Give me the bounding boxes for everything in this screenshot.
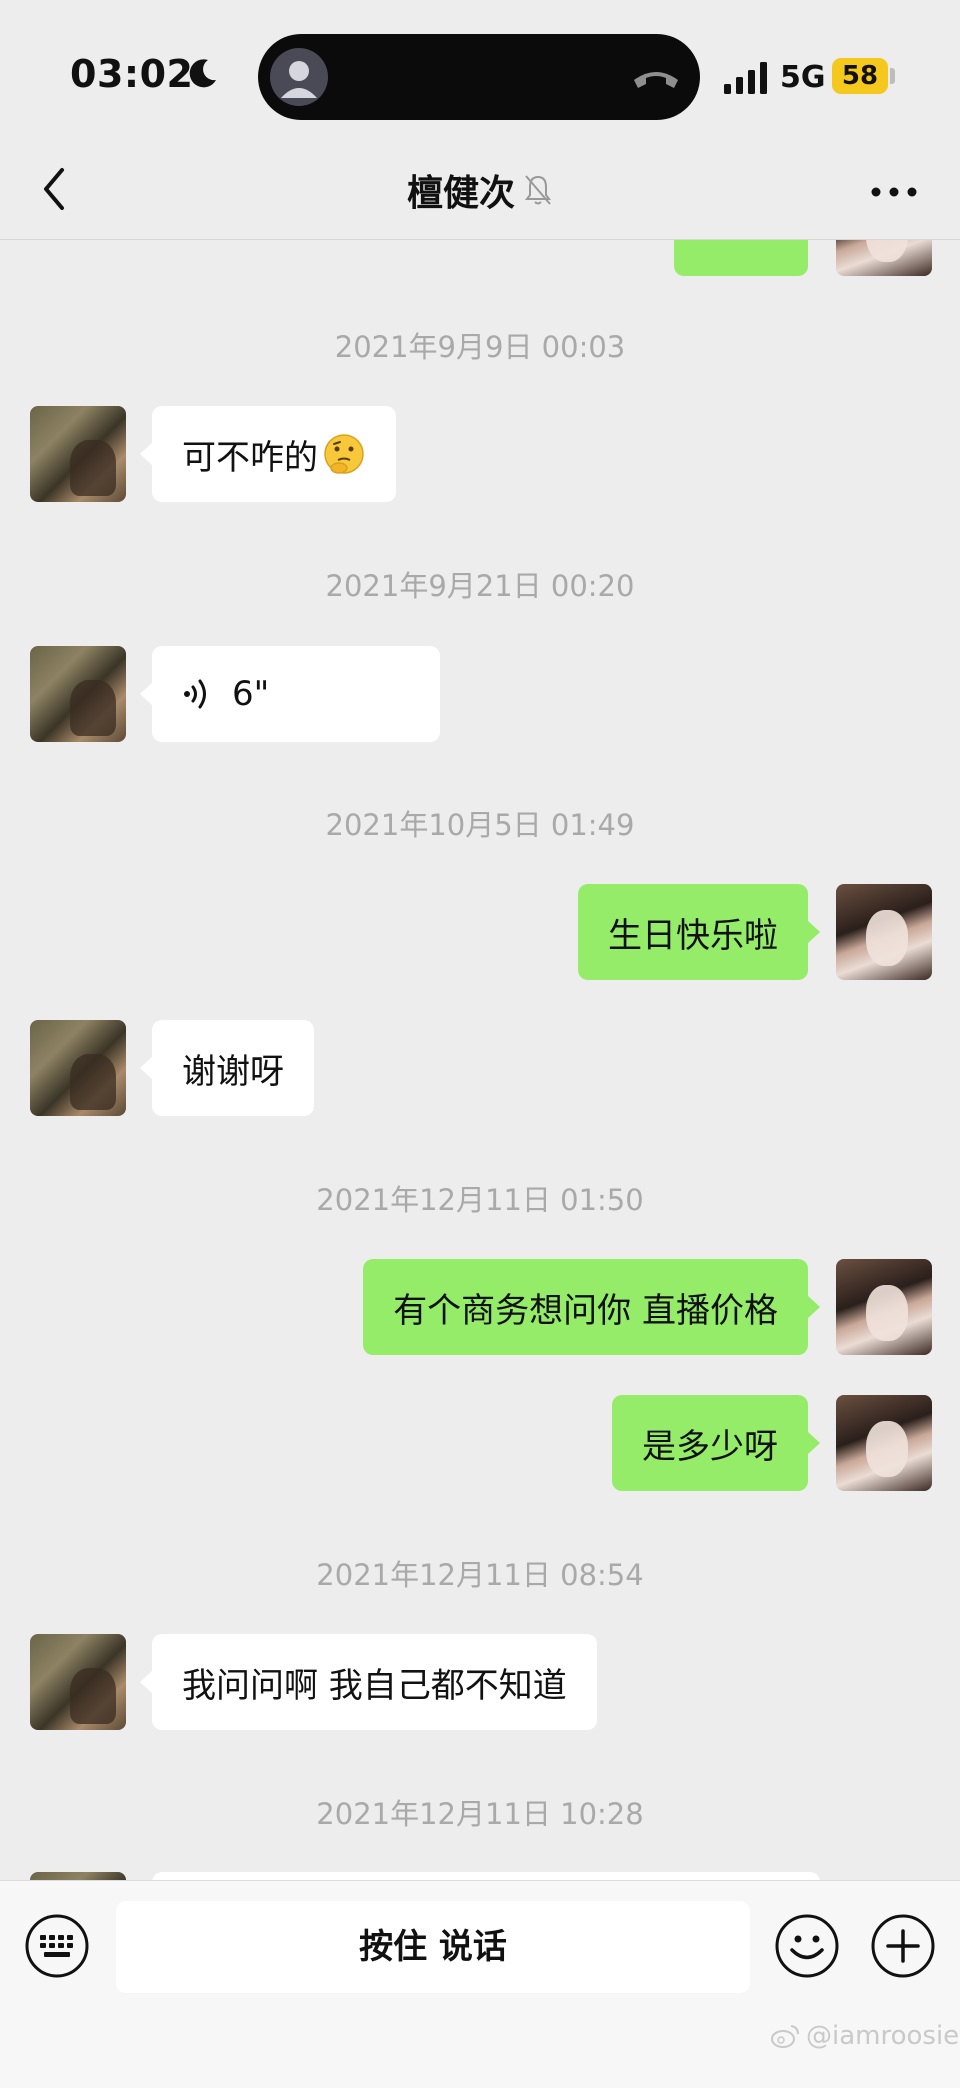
message-text: 我问问啊 我自己都不知道 xyxy=(182,1665,567,1706)
network-type: 5G xyxy=(780,60,826,95)
contact-avatar[interactable] xyxy=(30,406,126,502)
contact-avatar[interactable] xyxy=(30,646,126,742)
outgoing-message[interactable]: 是多少呀 xyxy=(612,1395,820,1491)
message-text: 可不咋的 xyxy=(182,437,318,478)
my-avatar[interactable] xyxy=(836,1395,932,1491)
plus-icon[interactable] xyxy=(870,1913,936,1979)
voice-duration: 6" xyxy=(232,674,270,714)
contact-avatar[interactable] xyxy=(30,1872,126,1880)
hold-to-talk-button[interactable]: 按住 说话 xyxy=(116,1901,750,1993)
timestamp: 2021年12月11日 01:50 xyxy=(316,1183,644,1217)
status-bar: 03:02 5G 58 xyxy=(0,0,960,150)
battery-level: 58 xyxy=(832,58,888,94)
chat-title: 檀健次 xyxy=(406,173,515,214)
moon-icon xyxy=(189,59,216,88)
watermark: @iamroosie xyxy=(770,2021,959,2051)
voice-wave-icon xyxy=(184,679,206,709)
signal-icon xyxy=(724,62,767,94)
outgoing-message[interactable]: 生日快乐啦 xyxy=(578,884,820,980)
thinking-emoji-icon xyxy=(324,434,364,474)
chat-header: 檀健次 xyxy=(0,150,960,240)
more-icon[interactable] xyxy=(870,184,918,200)
message-text: 有个商务想问你 直播价格 xyxy=(393,1290,778,1331)
my-avatar[interactable] xyxy=(836,1259,932,1355)
timestamp: 2021年9月9日 00:03 xyxy=(334,330,626,364)
outgoing-message[interactable]: 有个商务想问你 直播价格 xyxy=(363,1259,820,1355)
contact-avatar[interactable] xyxy=(30,1634,126,1730)
message-text: 是多少呀 xyxy=(642,1426,778,1467)
timestamp: 2021年12月11日 10:28 xyxy=(316,1797,644,1831)
hangup-icon[interactable] xyxy=(630,62,682,94)
dynamic-island[interactable] xyxy=(258,34,700,120)
incoming-message[interactable]: 可不咋的 xyxy=(140,406,396,502)
chat-title-wrap: 檀健次 xyxy=(0,164,960,216)
timestamp: 2021年12月11日 08:54 xyxy=(316,1558,644,1592)
timestamp: 2021年9月21日 00:20 xyxy=(325,569,635,603)
chat-history[interactable]: 2021年9月9日 00:03 可不咋的 2021年9月21日 00:20 6"… xyxy=(0,240,960,1880)
partial-outgoing-bubble[interactable] xyxy=(674,240,808,276)
battery-tip xyxy=(890,68,895,84)
weibo-icon xyxy=(771,2025,799,2048)
incoming-message[interactable]: 我问问啊 我自己都不知道 xyxy=(140,1634,597,1730)
my-avatar[interactable] xyxy=(836,884,932,980)
voice-message[interactable]: 6" xyxy=(140,646,440,742)
message-text: 生日快乐啦 xyxy=(608,915,778,956)
watermark-text: @iamroosie xyxy=(806,2021,960,2051)
contact-avatar[interactable] xyxy=(30,1020,126,1116)
caller-avatar-icon xyxy=(270,48,328,106)
input-bar: 按住 说话 @iamroosie xyxy=(0,1880,960,2088)
mute-bell-icon xyxy=(525,175,551,205)
message-text: 谢谢呀 xyxy=(182,1051,284,1092)
my-avatar[interactable] xyxy=(836,240,932,276)
status-time: 03:02 xyxy=(70,52,194,96)
emoji-icon[interactable] xyxy=(774,1913,840,1979)
keyboard-icon[interactable] xyxy=(24,1913,90,1979)
timestamp: 2021年10月5日 01:49 xyxy=(325,808,635,842)
partial-incoming-bubble[interactable] xyxy=(152,1872,820,1880)
incoming-message[interactable]: 谢谢呀 xyxy=(140,1020,314,1116)
